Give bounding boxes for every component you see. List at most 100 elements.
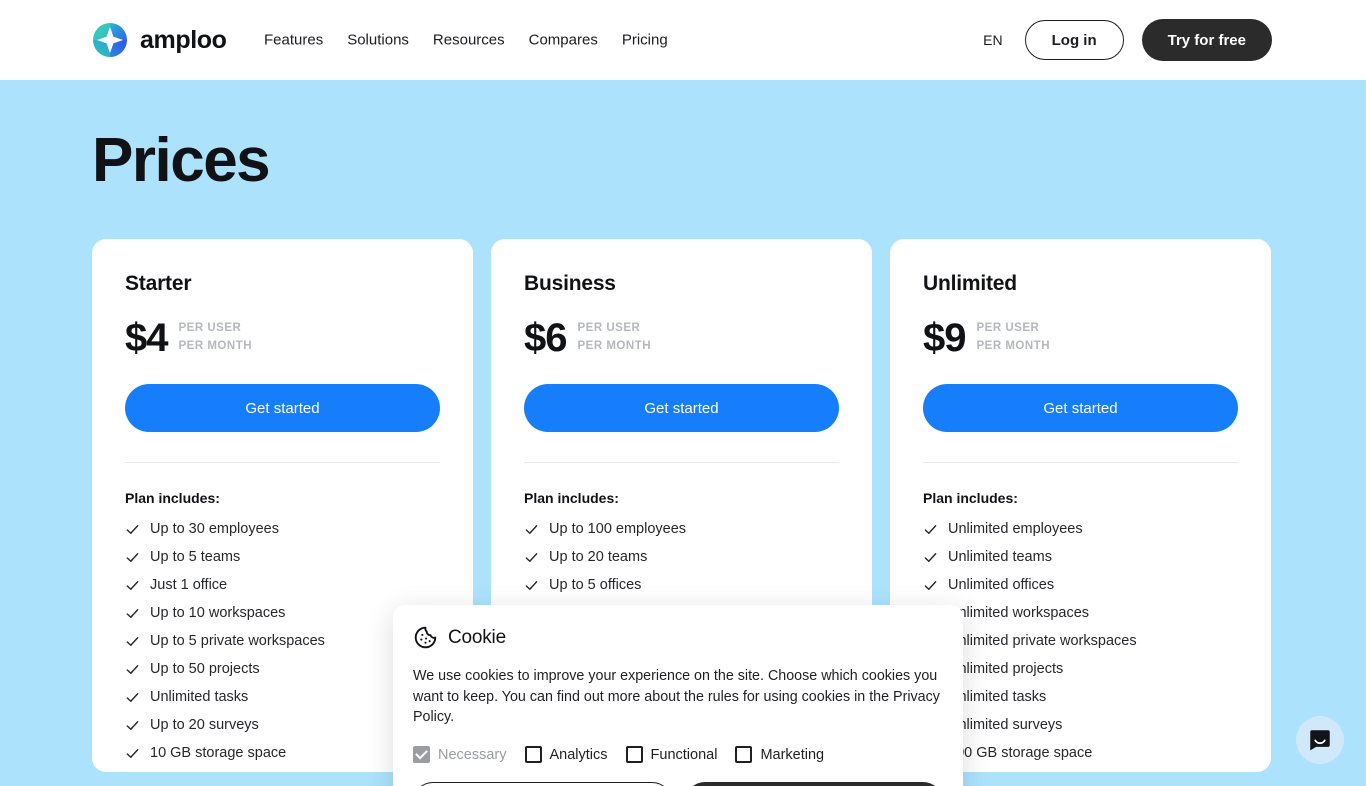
cookie-option-analytics[interactable]: Analytics [524, 746, 608, 764]
cookie-option-marketing[interactable]: Marketing [735, 746, 825, 764]
feature-list: Unlimited employees Unlimited teams Unlimi… [923, 515, 1238, 767]
plan-price: $9 [923, 316, 966, 360]
feature-label: Up to 100 employees [549, 521, 687, 537]
check-icon [125, 634, 140, 649]
cookie-dialog-header: Cookie [413, 625, 943, 650]
get-started-button[interactable]: Get started [524, 384, 839, 432]
plan-price-row: $9 PER USER PER MONTH [923, 318, 1238, 358]
feature-item: Unlimited employees [923, 515, 1238, 543]
per-user-label: PER USER [577, 322, 641, 335]
checkbox-marketing[interactable] [735, 746, 753, 764]
nav-item-solutions[interactable]: Solutions [335, 26, 421, 55]
check-icon [125, 522, 140, 537]
site-header: amploo Features Solutions Resources Comp… [0, 0, 1366, 80]
per-month-label: PER MONTH [577, 340, 651, 352]
plan-name: Unlimited [923, 272, 1017, 295]
feature-item: Up to 5 teams [125, 543, 440, 571]
feature-label: Up to 10 workspaces [150, 605, 286, 621]
only-necessary-button[interactable]: Only necessary [413, 782, 672, 786]
feature-label: Up to 20 teams [549, 549, 648, 565]
cookie-option-label: Necessary [438, 746, 507, 763]
check-icon [524, 578, 539, 593]
feature-label: Up to 5 teams [150, 549, 241, 565]
language-switcher[interactable]: EN [979, 26, 1006, 54]
card-divider [923, 462, 1238, 463]
check-icon [125, 746, 140, 761]
feature-item: Unlimited tasks [923, 683, 1238, 711]
feature-label: Unlimited tasks [150, 689, 249, 705]
amploo-circle-logo-icon [92, 22, 128, 58]
check-icon [923, 578, 938, 593]
feature-label: Up to 5 private workspaces [150, 633, 325, 649]
cookie-dialog-body: We use cookies to improve your experienc… [413, 668, 940, 726]
plan-price-unit: PER USER PER MONTH [977, 320, 1051, 356]
cookie-dialog-title: Cookie [448, 626, 506, 648]
allow-everything-button[interactable]: Allow everything [684, 782, 943, 786]
feature-label: Unlimited employees [948, 521, 1083, 537]
plan-price-row: $4 PER USER PER MONTH [125, 318, 440, 358]
checkbox-analytics[interactable] [524, 746, 542, 764]
cookie-options: Necessary Analytics Functional Marketing [413, 746, 943, 764]
feature-label: Up to 5 offices [549, 577, 642, 593]
plan-price: $6 [524, 316, 567, 360]
feature-label: Unlimited surveys [948, 717, 1063, 733]
feature-item: Up to 20 teams [524, 543, 839, 571]
check-icon [125, 606, 140, 621]
nav-item-compares[interactable]: Compares [517, 26, 610, 55]
brand-name: amploo [140, 25, 227, 54]
check-icon [125, 550, 140, 565]
per-user-label: PER USER [178, 322, 242, 335]
cookie-option-label: Marketing [760, 746, 825, 763]
feature-item: Just 1 office [125, 571, 440, 599]
get-started-button[interactable]: Get started [125, 384, 440, 432]
cookie-option-functional[interactable]: Functional [625, 746, 718, 764]
card-divider [125, 462, 440, 463]
cookie-dialog-actions: Only necessary Allow everything [413, 782, 943, 786]
per-month-label: PER MONTH [178, 340, 252, 352]
plan-price-unit: PER USER PER MONTH [179, 320, 253, 356]
per-user-label: PER USER [976, 322, 1040, 335]
check-icon [125, 690, 140, 705]
chat-launcher-button[interactable] [1296, 716, 1344, 764]
feature-label: Unlimited teams [948, 549, 1052, 565]
feature-item: Unlimited surveys [923, 711, 1238, 739]
feature-item: Unlimited projects [923, 655, 1238, 683]
login-button[interactable]: Log in [1024, 20, 1124, 60]
feature-item: Up to 5 offices [524, 571, 839, 599]
feature-item: Unlimited teams [923, 543, 1238, 571]
feature-item: Unlimited workspaces [923, 599, 1238, 627]
feature-label: Unlimited offices [948, 577, 1055, 593]
cookie-option-label: Functional [650, 746, 718, 763]
plan-price-unit: PER USER PER MONTH [578, 320, 652, 356]
try-for-free-button[interactable]: Try for free [1141, 19, 1272, 61]
feature-label: Up to 20 surveys [150, 717, 259, 733]
brand-logo-link[interactable]: amploo [92, 22, 227, 58]
plan-name: Starter [125, 272, 192, 295]
feature-label: Unlimited workspaces [948, 605, 1090, 621]
nav-item-resources[interactable]: Resources [421, 26, 517, 55]
chat-bubble-icon [1307, 727, 1333, 753]
get-started-button[interactable]: Get started [923, 384, 1238, 432]
plan-price: $4 [125, 316, 168, 360]
card-divider [524, 462, 839, 463]
per-month-label: PER MONTH [976, 340, 1050, 352]
check-icon [923, 550, 938, 565]
feature-item: Up to 30 employees [125, 515, 440, 543]
check-icon [524, 550, 539, 565]
cookie-option-label: Analytics [549, 746, 608, 763]
cookie-icon [413, 625, 438, 650]
feature-item: Up to 100 employees [524, 515, 839, 543]
main-nav: Features Solutions Resources Compares Pr… [264, 26, 680, 55]
check-icon [125, 718, 140, 733]
feature-item: 100 GB storage space [923, 739, 1238, 767]
cookie-option-necessary: Necessary [413, 746, 507, 764]
feature-label: Just 1 office [150, 577, 228, 593]
feature-label: Up to 30 employees [150, 521, 279, 537]
check-icon [923, 522, 938, 537]
checkbox-functional[interactable] [625, 746, 643, 764]
feature-label: Unlimited projects [948, 661, 1064, 677]
feature-label: 10 GB storage space [150, 745, 287, 761]
nav-item-features[interactable]: Features [264, 26, 335, 55]
checkbox-necessary [413, 746, 430, 764]
nav-item-pricing[interactable]: Pricing [610, 26, 680, 55]
